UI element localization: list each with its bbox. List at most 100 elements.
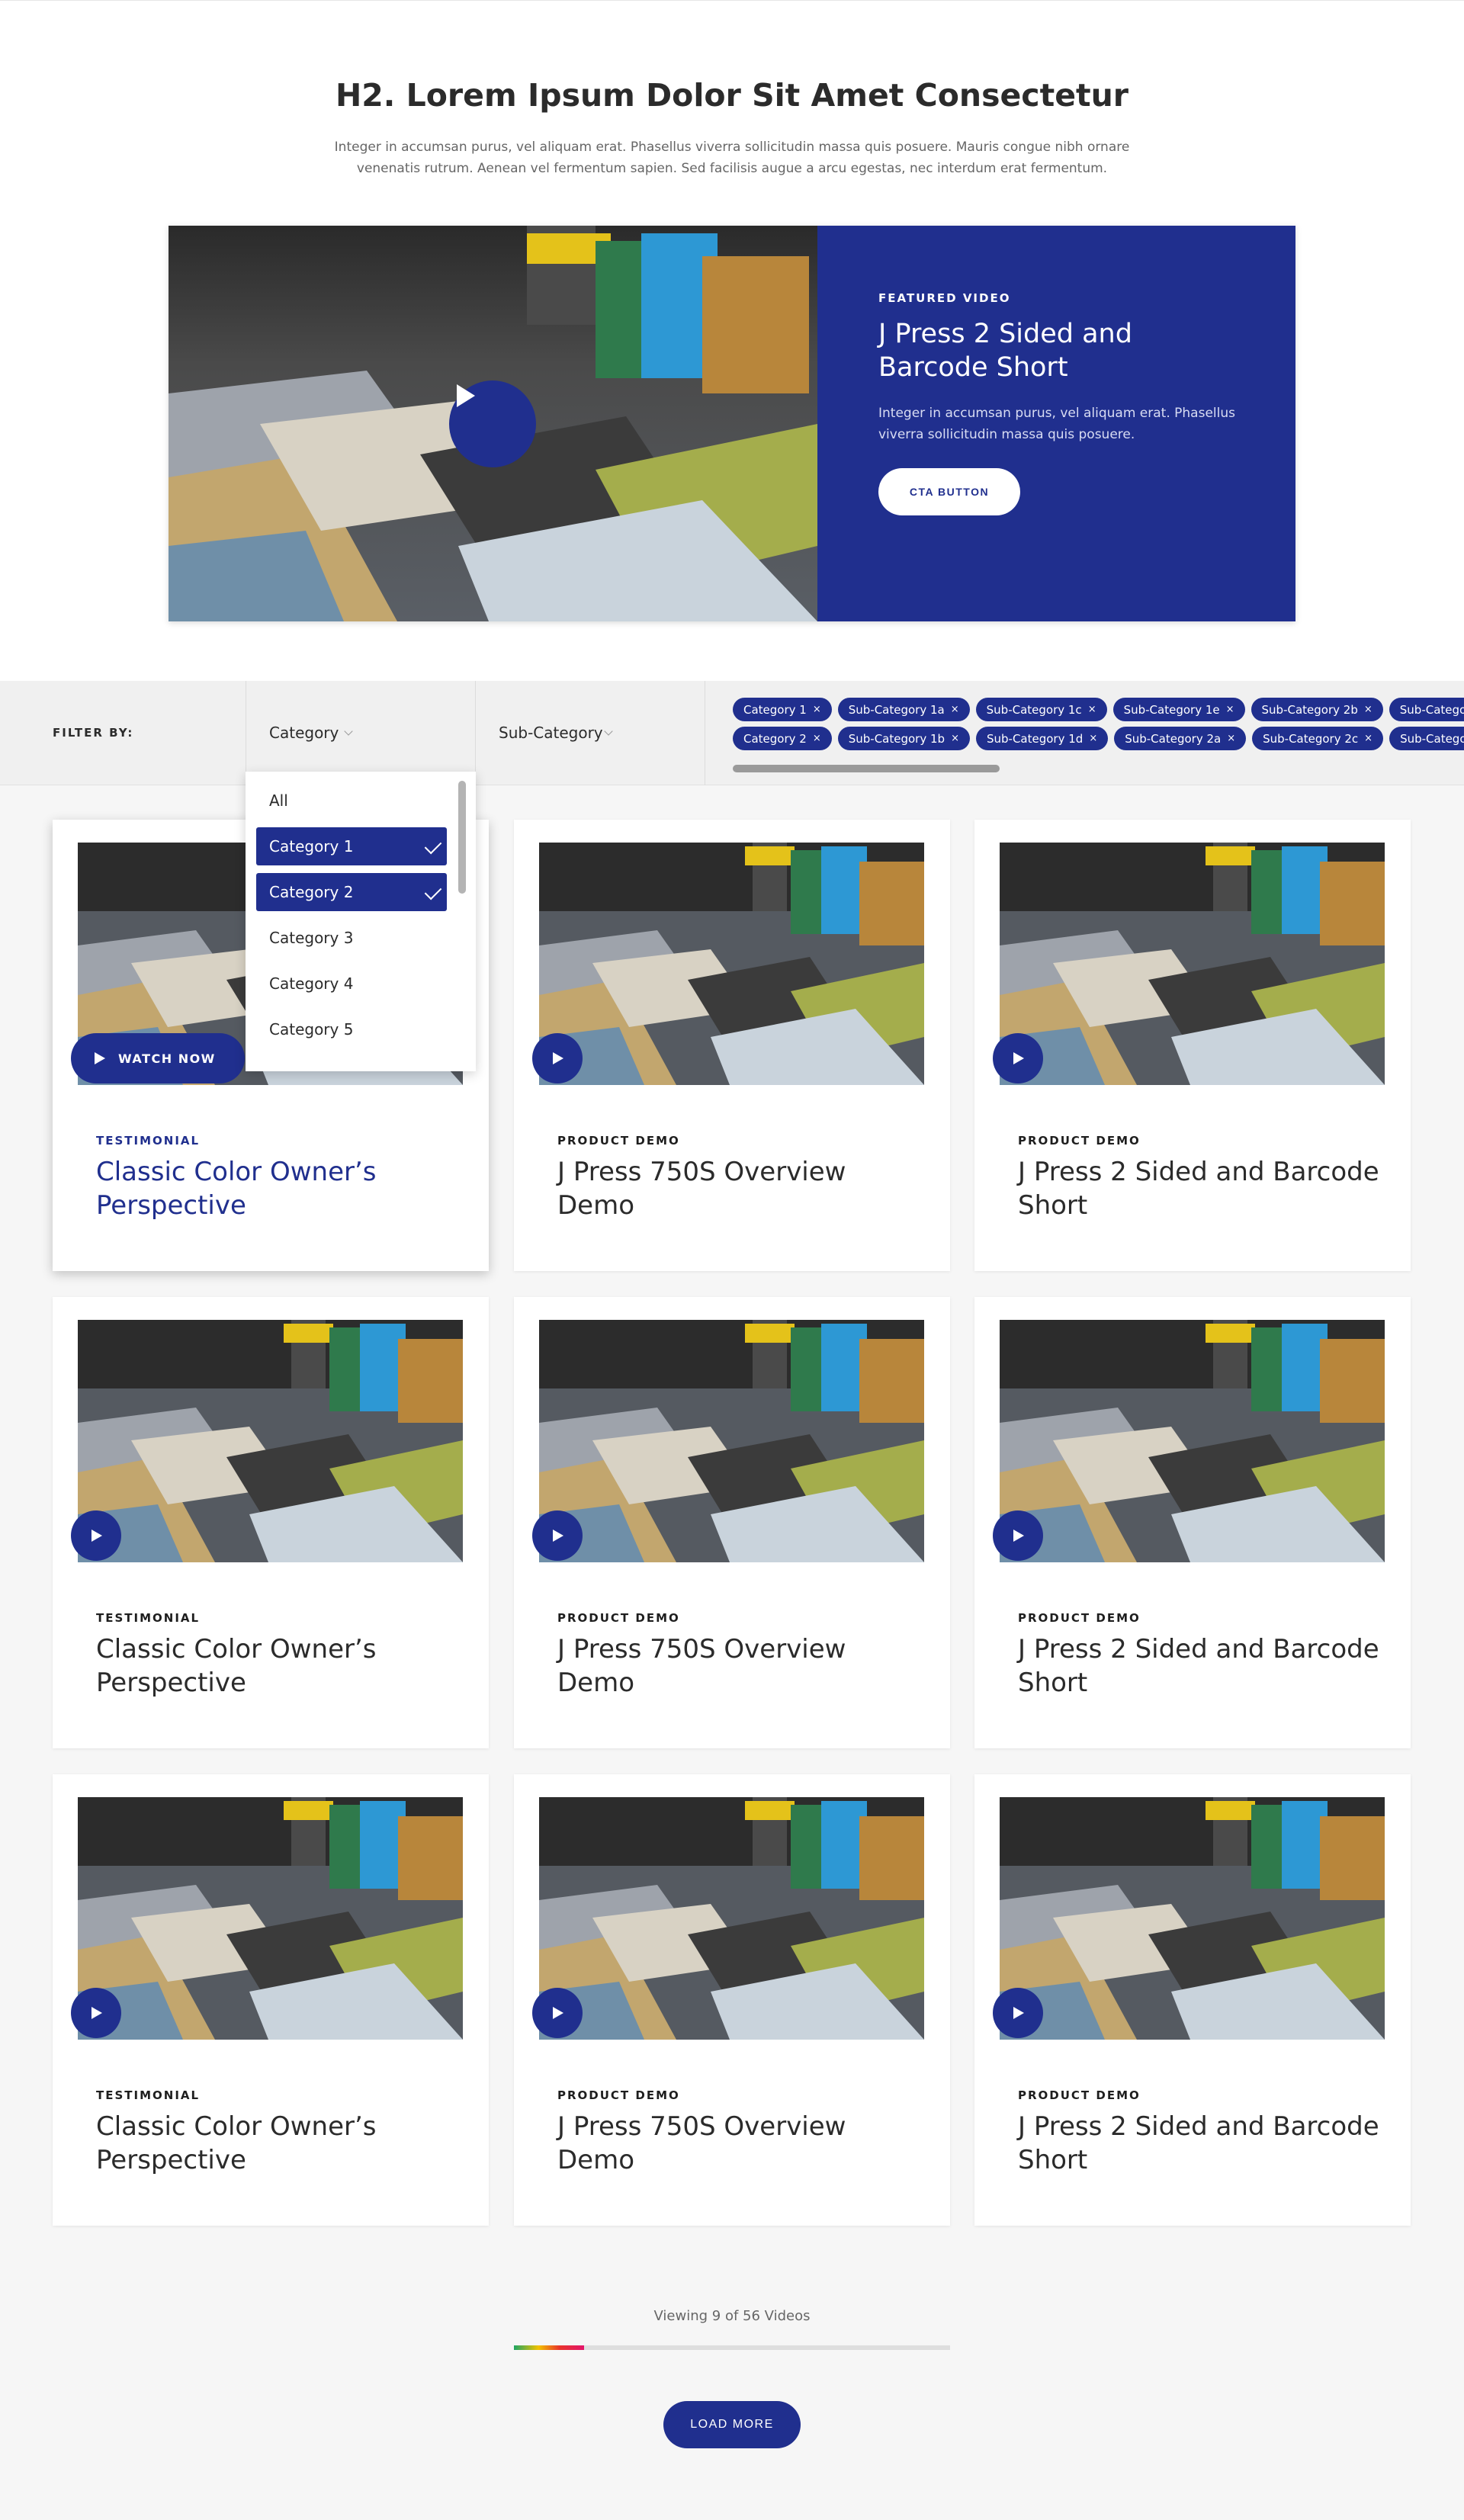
subcategory-dropdown[interactable]: Sub-Category (475, 681, 705, 785)
remove-chip-icon[interactable]: × (1088, 704, 1096, 715)
play-button[interactable] (71, 1988, 121, 2038)
video-card[interactable]: PRODUCT DEMO J Press 750S Overview Demo (514, 820, 950, 1271)
featured-eyebrow: FEATURED VIDEO (878, 291, 1011, 305)
dropdown-option-category-4[interactable]: Category 4 (256, 965, 447, 1003)
dropdown-option-category-2[interactable]: Category 2 (256, 873, 447, 911)
play-icon (553, 2007, 563, 2019)
card-eyebrow: PRODUCT DEMO (1018, 2088, 1141, 2102)
dropdown-option-category-5[interactable]: Category 5 (256, 1010, 447, 1048)
featured-video-thumbnail[interactable] (169, 226, 817, 621)
chip-row-1: Category 1 × Sub-Category 1a × Sub-Categor… (733, 698, 1464, 721)
remove-chip-icon[interactable]: × (813, 733, 821, 744)
filter-chip[interactable]: Sub-Category 2c × (1252, 727, 1384, 750)
remove-chip-icon[interactable]: × (1227, 733, 1235, 744)
dropdown-scrollbar[interactable] (458, 781, 466, 894)
chip-label: Sub-Category 2c (1263, 731, 1359, 746)
featured-video-panel: FEATURED VIDEO J Press 2 Sided and Barco… (817, 226, 1295, 621)
card-eyebrow: PRODUCT DEMO (557, 1611, 680, 1625)
filter-chip[interactable]: Category 1 × (733, 698, 832, 721)
viewing-progress-fill (514, 2345, 584, 2350)
video-card[interactable]: PRODUCT DEMO J Press 750S Overview Demo (514, 1297, 950, 1748)
page-title: H2. Lorem Ipsum Dolor Sit Amet Consectet… (335, 77, 1129, 114)
filter-chip[interactable]: Sub-Category 2b × (1250, 698, 1383, 721)
option-label: Category 2 (269, 883, 354, 901)
featured-play-button[interactable] (449, 380, 536, 467)
filter-chip[interactable]: Sub-Category 1a × (837, 698, 970, 721)
filter-chip[interactable]: Sub-Category 1d × (975, 727, 1109, 750)
viewing-progress-bar (514, 2345, 950, 2350)
category-dropdown-label: Category (269, 724, 339, 742)
subcategory-dropdown-label: Sub-Category (499, 724, 603, 742)
video-thumbnail[interactable] (539, 1797, 924, 2040)
card-title[interactable]: J Press 750S Overview Demo (557, 1155, 923, 1222)
watch-now-button[interactable]: WATCH NOW (71, 1033, 245, 1083)
thumbnail-image (539, 1797, 924, 2040)
remove-chip-icon[interactable]: × (1089, 733, 1097, 744)
video-card[interactable]: PRODUCT DEMO J Press 2 Sided and Barcode… (974, 820, 1411, 1271)
chevron-down-icon (604, 727, 613, 736)
filter-chip[interactable]: Category 2 × (733, 727, 832, 750)
remove-chip-icon[interactable]: × (951, 704, 959, 715)
remove-chip-icon[interactable]: × (1364, 733, 1372, 744)
card-title[interactable]: Classic Color Owner’s Perspective (96, 2110, 462, 2177)
remove-chip-icon[interactable]: × (1364, 704, 1372, 715)
card-title[interactable]: J Press 2 Sided and Barcode Short (1018, 2110, 1384, 2177)
category-dropdown-menu: All Category 1 Category 2 Category 3 Cat… (246, 772, 476, 1071)
chips-scrollbar[interactable] (733, 765, 1000, 772)
check-icon (424, 882, 442, 900)
video-card[interactable]: PRODUCT DEMO J Press 2 Sided and Barcode… (974, 1297, 1411, 1748)
thumbnail-image (1000, 1320, 1385, 1562)
remove-chip-icon[interactable]: × (813, 704, 821, 715)
video-thumbnail[interactable] (1000, 1320, 1385, 1562)
dropdown-option-category-3[interactable]: Category 3 (256, 919, 447, 957)
video-thumbnail[interactable] (78, 1797, 463, 2040)
video-thumbnail[interactable] (539, 843, 924, 1085)
filter-chip[interactable]: Sub-Category 2e× (1389, 727, 1464, 750)
video-card[interactable]: PRODUCT DEMO J Press 2 Sided and Barcode… (974, 1774, 1411, 2226)
chevron-down-icon (344, 727, 353, 736)
cta-button[interactable]: CTA BUTTON (878, 468, 1020, 515)
play-button[interactable] (993, 1510, 1043, 1561)
video-thumbnail[interactable] (539, 1320, 924, 1562)
filter-chip[interactable]: Sub-Category 2a × (1114, 727, 1247, 750)
category-dropdown[interactable]: Category (246, 681, 476, 785)
play-button[interactable] (532, 1988, 583, 2038)
video-thumbnail[interactable] (78, 1320, 463, 1562)
thumbnail-image (1000, 843, 1385, 1085)
filter-chip[interactable]: Sub-Category 1b × (837, 727, 970, 750)
video-card[interactable]: TESTIMONIAL Classic Color Owner’s Perspe… (53, 1774, 489, 2226)
dropdown-option-all[interactable]: All (256, 782, 447, 820)
card-title[interactable]: J Press 2 Sided and Barcode Short (1018, 1632, 1384, 1700)
card-eyebrow: TESTIMONIAL (96, 1134, 201, 1148)
remove-chip-icon[interactable]: × (951, 733, 959, 744)
card-title[interactable]: J Press 750S Overview Demo (557, 2110, 923, 2177)
video-thumbnail[interactable] (1000, 1797, 1385, 2040)
card-eyebrow: TESTIMONIAL (96, 1611, 201, 1625)
dropdown-option-category-1[interactable]: Category 1 (256, 827, 447, 865)
chip-label: Sub-Category 1b (848, 731, 946, 746)
video-thumbnail[interactable] (1000, 843, 1385, 1085)
video-card[interactable]: TESTIMONIAL Classic Color Owner’s Perspe… (53, 1297, 489, 1748)
card-title[interactable]: J Press 750S Overview Demo (557, 1632, 923, 1700)
chip-label: Sub-Category 2b (1261, 702, 1358, 717)
filter-chip[interactable]: Sub-Category 1e × (1112, 698, 1245, 721)
card-title[interactable]: Classic Color Owner’s Perspective (96, 1632, 462, 1700)
card-title[interactable]: J Press 2 Sided and Barcode Short (1018, 1155, 1384, 1222)
filter-chip[interactable]: Sub-Category 1c × (975, 698, 1107, 721)
featured-description: Integer in accumsan purus, vel aliquam e… (878, 406, 1235, 442)
play-button[interactable] (532, 1033, 583, 1083)
card-eyebrow: PRODUCT DEMO (1018, 1134, 1141, 1148)
chip-row-2: Category 2 × Sub-Category 1b × Sub-Categor… (733, 727, 1464, 750)
play-button[interactable] (532, 1510, 583, 1561)
video-card[interactable]: PRODUCT DEMO J Press 750S Overview Demo (514, 1774, 950, 2226)
filter-chip[interactable]: Sub-Category 2d× (1389, 698, 1464, 721)
card-title[interactable]: Classic Color Owner’s Perspective (96, 1155, 462, 1222)
remove-chip-icon[interactable]: × (1226, 704, 1234, 715)
load-more-button[interactable]: LOAD MORE (663, 2401, 801, 2448)
play-button[interactable] (993, 1033, 1043, 1083)
play-icon (1013, 1530, 1024, 1542)
play-icon (92, 1530, 102, 1542)
thumbnail-image (78, 1797, 463, 2040)
play-button[interactable] (993, 1988, 1043, 2038)
play-button[interactable] (71, 1510, 121, 1561)
